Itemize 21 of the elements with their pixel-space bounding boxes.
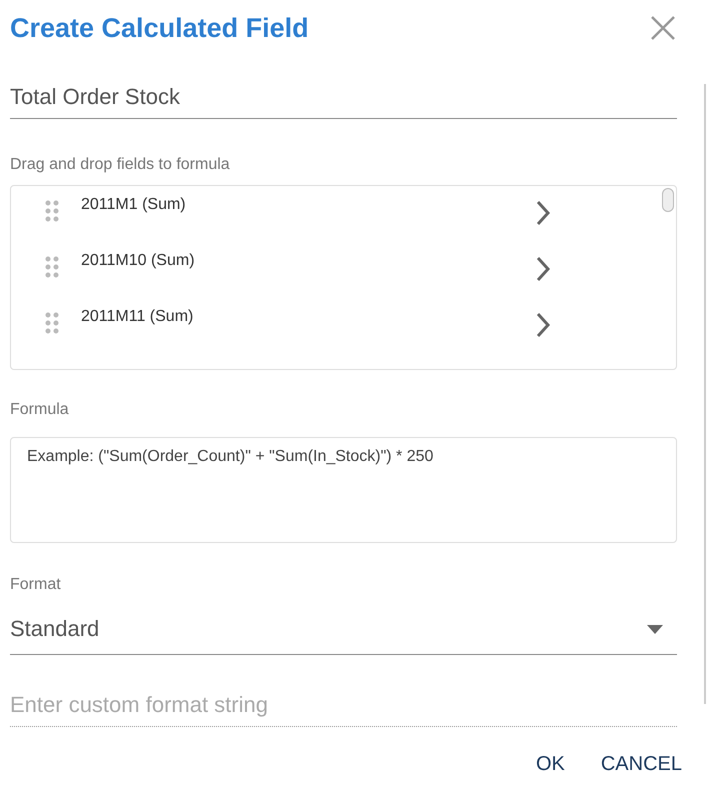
scrollbar-thumb[interactable]: [662, 188, 674, 212]
field-item[interactable]: 2011M10 (Sum): [81, 252, 511, 270]
chevron-right-icon[interactable]: [535, 256, 551, 282]
fields-label: Drag and drop fields to formula: [10, 156, 231, 174]
name-field[interactable]: Total Order Stock: [10, 84, 677, 119]
format-label: Format: [10, 576, 62, 594]
format-dropdown[interactable]: Standard: [10, 604, 677, 655]
drag-handle-icon[interactable]: [45, 312, 59, 334]
dropdown-caret-icon: [647, 624, 663, 634]
dialog-title: Create Calculated Field: [10, 12, 309, 44]
chevron-right-icon[interactable]: [535, 200, 551, 226]
chevron-right-icon[interactable]: [535, 312, 551, 338]
field-item[interactable]: 2011M1 (Sum): [81, 196, 511, 214]
cancel-button[interactable]: CANCEL: [592, 749, 690, 780]
formula-label: Formula: [10, 401, 70, 419]
drag-handle-icon[interactable]: [45, 200, 59, 222]
drag-handle-icon[interactable]: [45, 256, 59, 278]
ok-button[interactable]: OK: [528, 749, 573, 780]
formula-field[interactable]: Example: ("Sum(Order_Count)" + "Sum(In_Stock)") * 250: [10, 437, 677, 543]
close-button[interactable]: [649, 14, 677, 42]
field-item[interactable]: 2011M11 (Sum): [81, 308, 511, 326]
